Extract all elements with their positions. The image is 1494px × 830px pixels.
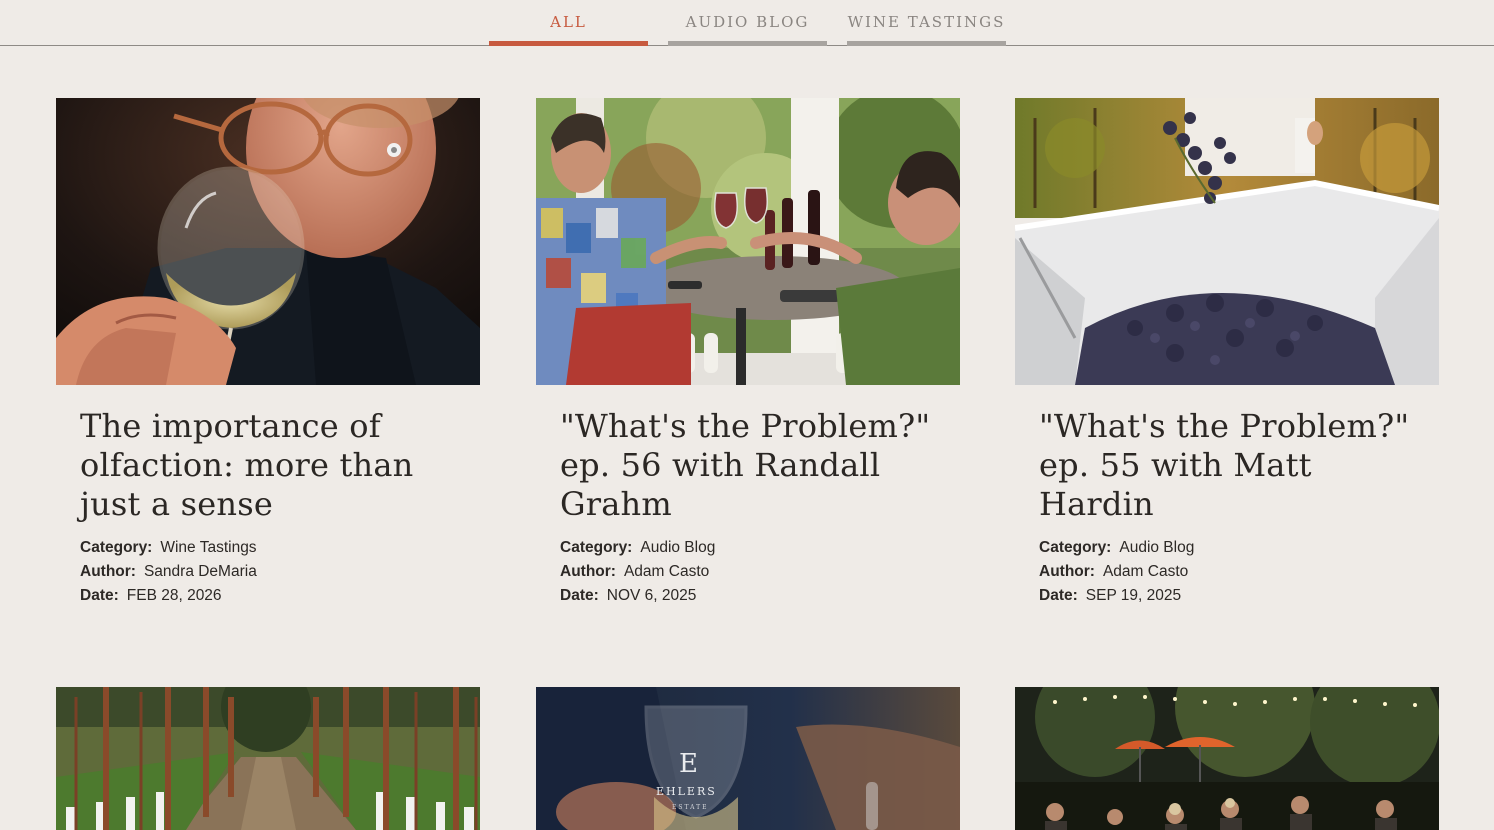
- post-image[interactable]: [1015, 98, 1439, 385]
- tab-audio-blog-label: AUDIO BLOG: [685, 13, 810, 31]
- category-label: Category:: [1039, 539, 1112, 556]
- glass-logo-letter: E: [679, 749, 698, 779]
- post-card[interactable]: [56, 687, 480, 830]
- post-card[interactable]: [1015, 687, 1439, 830]
- author-value: Adam Casto: [623, 563, 710, 580]
- post-card[interactable]: "What's the Problem?" ep. 55 with Matt H…: [1015, 98, 1439, 608]
- post-category: Category: Audio Blog: [1039, 536, 1415, 560]
- post-card[interactable]: The importance of olfaction: more than j…: [56, 98, 480, 608]
- author-value: Adam Casto: [1102, 563, 1189, 580]
- post-author: Author: Sandra DeMaria: [80, 560, 456, 584]
- tab-audio-blog-underline: [668, 41, 827, 46]
- post-image[interactable]: [536, 98, 960, 385]
- post-title[interactable]: The importance of olfaction: more than j…: [80, 407, 456, 524]
- post-card[interactable]: "What's the Problem?" ep. 56 with Randal…: [536, 98, 960, 608]
- tab-audio-blog[interactable]: AUDIO BLOG: [668, 0, 827, 46]
- category-label: Category:: [80, 539, 153, 556]
- post-category: Category: Audio Blog: [560, 536, 936, 560]
- category-label: Category:: [560, 539, 633, 556]
- date-value: NOV 6, 2025: [606, 587, 697, 604]
- author-value: Sandra DeMaria: [143, 563, 257, 580]
- tab-wine-tastings-underline: [847, 41, 1006, 46]
- tab-all-label: ALL: [550, 13, 587, 31]
- post-title[interactable]: "What's the Problem?" ep. 56 with Randal…: [560, 407, 936, 524]
- author-label: Author:: [80, 563, 136, 580]
- category-tabs: ALL AUDIO BLOG WINE TASTINGS: [0, 0, 1494, 46]
- tab-all[interactable]: ALL: [489, 0, 648, 46]
- post-image[interactable]: [56, 98, 480, 385]
- post-date: Date: FEB 28, 2026: [80, 584, 456, 608]
- category-value: Audio Blog: [640, 539, 716, 556]
- post-meta: Category: Audio Blog Author: Adam Casto Da…: [560, 536, 936, 608]
- post-date: Date: NOV 6, 2025: [560, 584, 936, 608]
- post-date: Date: SEP 19, 2025: [1039, 584, 1415, 608]
- post-title[interactable]: "What's the Problem?" ep. 55 with Matt H…: [1039, 407, 1415, 524]
- post-image[interactable]: [1015, 687, 1439, 830]
- post-image[interactable]: [56, 687, 480, 830]
- date-value: SEP 19, 2025: [1085, 587, 1182, 604]
- glass-logo-wordmark: EHLERS: [656, 785, 717, 798]
- tab-wine-tastings-label: WINE TASTINGS: [847, 13, 1006, 31]
- date-label: Date:: [80, 587, 119, 604]
- date-value: FEB 28, 2026: [126, 587, 222, 604]
- post-author: Author: Adam Casto: [560, 560, 936, 584]
- glass-logo-subtext: ESTATE: [672, 804, 709, 811]
- tab-wine-tastings[interactable]: WINE TASTINGS: [847, 0, 1006, 46]
- category-value: Wine Tastings: [160, 539, 257, 556]
- author-label: Author:: [1039, 563, 1095, 580]
- post-meta: Category: Audio Blog Author: Adam Casto Da…: [1039, 536, 1415, 608]
- date-label: Date:: [560, 587, 599, 604]
- post-meta: Category: Wine Tastings Author: Sandra DeM…: [80, 536, 456, 608]
- post-author: Author: Adam Casto: [1039, 560, 1415, 584]
- category-value: Audio Blog: [1119, 539, 1195, 556]
- author-label: Author:: [560, 563, 616, 580]
- post-category: Category: Wine Tastings: [80, 536, 456, 560]
- post-card[interactable]: E EHLERS ESTATE: [536, 687, 960, 830]
- tab-all-underline: [489, 41, 648, 46]
- post-image[interactable]: E EHLERS ESTATE: [536, 687, 960, 830]
- date-label: Date:: [1039, 587, 1078, 604]
